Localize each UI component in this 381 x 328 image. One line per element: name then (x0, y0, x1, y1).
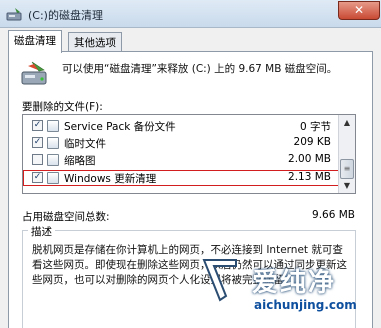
files-to-delete-label: 要删除的文件(F): (22, 101, 103, 113)
drive-cleanup-icon (21, 61, 47, 85)
title-bar: (C:)的磁盘清理 ✕ (0, 0, 381, 28)
total-space-value: 9.66 MB (312, 209, 355, 221)
info-text: 可以使用“磁盘清理”来释放 (C:) 上的 9.67 MB 磁盘空间。 (62, 63, 338, 75)
file-size: 2.13 MB (288, 171, 331, 183)
list-item[interactable]: 缩略图 2.00 MB (23, 152, 339, 168)
disk-cleanup-icon (6, 8, 22, 21)
vertical-scrollbar[interactable]: ▲ ≡ ▼ (338, 115, 355, 193)
tab-disk-cleanup[interactable]: 磁盘清理 (8, 30, 62, 53)
close-button[interactable]: ✕ (338, 1, 380, 20)
file-name: 缩略图 (64, 155, 96, 167)
file-icon (47, 172, 59, 184)
tab-more-options[interactable]: 其他选项 (68, 32, 122, 52)
total-space-label: 占用磁盘空间总数: (22, 211, 110, 223)
file-size: 2.00 MB (288, 153, 331, 165)
window-title: (C:)的磁盘清理 (28, 9, 103, 22)
scroll-down-icon[interactable]: ▼ (339, 178, 355, 193)
checkbox[interactable]: ✓ (32, 137, 43, 148)
scroll-up-icon[interactable]: ▲ (339, 115, 355, 130)
checkbox[interactable]: ✓ (32, 172, 43, 183)
list-item[interactable]: ✓ 临时文件 209 KB (23, 135, 339, 151)
list-item-selected[interactable]: ✓ Windows 更新清理 2.13 MB (23, 170, 339, 186)
file-size: 0 字节 (299, 121, 331, 133)
file-size: 209 KB (293, 136, 331, 148)
watermark-brand: 爱纯净 (252, 268, 337, 298)
file-icon (47, 154, 59, 166)
file-name: 临时文件 (64, 138, 106, 150)
checkbox[interactable] (32, 154, 43, 165)
scroll-thumb[interactable]: ≡ (340, 159, 354, 179)
watermark-logo-icon (202, 259, 237, 302)
watermark-url: aichunjing.com (254, 298, 357, 312)
file-name: Service Pack 备份文件 (64, 121, 176, 133)
description-title: 描述 (28, 224, 55, 239)
file-icon (47, 120, 59, 132)
list-item[interactable]: ✓ Service Pack 备份文件 0 字节 (23, 118, 339, 134)
file-icon (47, 137, 59, 149)
file-name: Windows 更新清理 (64, 173, 157, 185)
files-list[interactable]: ✓ Service Pack 备份文件 0 字节 ✓ 临时文件 209 KB 缩… (22, 114, 356, 194)
checkbox[interactable]: ✓ (32, 120, 43, 131)
